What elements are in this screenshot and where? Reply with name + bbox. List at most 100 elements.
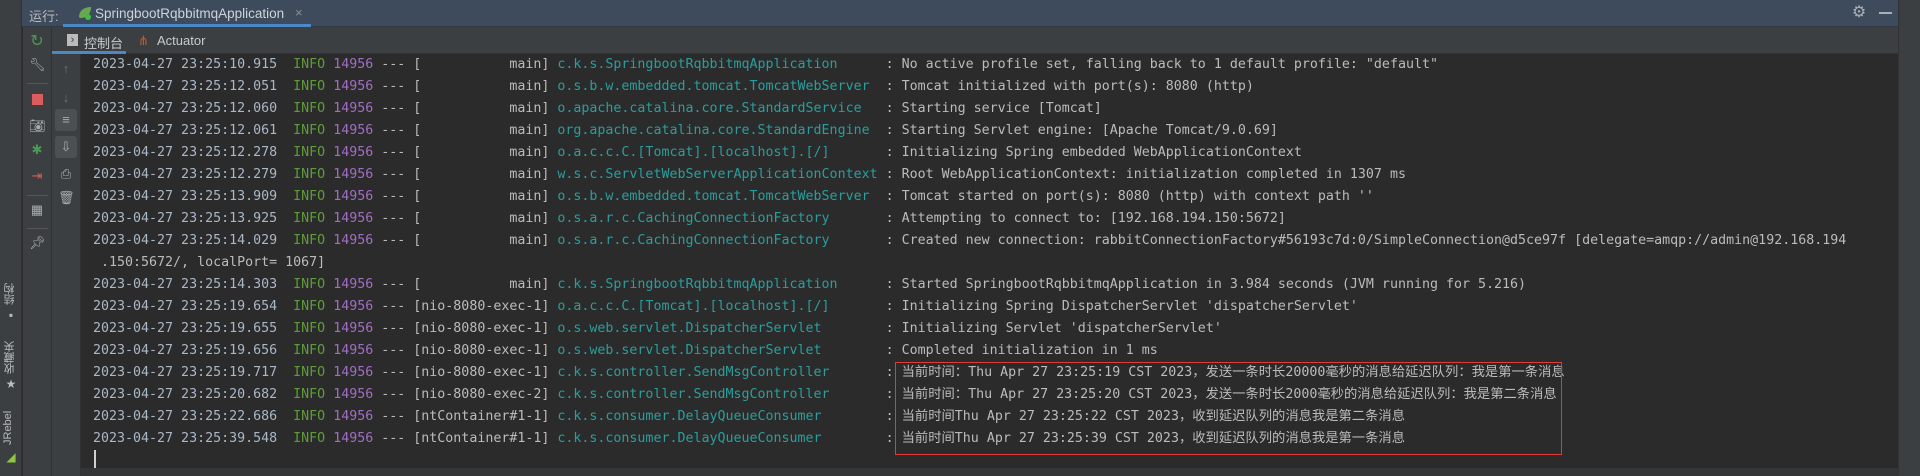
layout-icon[interactable]: ▦ — [29, 202, 45, 218]
up-arrow-icon[interactable]: ↑ — [58, 61, 74, 77]
stop-icon[interactable] — [29, 92, 45, 108]
log-timestamp: 2023-04-27 23:25:12.060 — [93, 101, 278, 116]
log-timestamp: 2023-04-27 23:25:22.686 — [93, 409, 278, 424]
tab-springboot-application[interactable]: SpringbootRqbbitmqApplication × — [63, 0, 311, 27]
colon: : — [877, 101, 902, 116]
rerun-icon[interactable]: ↻ — [29, 34, 45, 50]
colon: : — [877, 233, 902, 248]
colon: : — [877, 167, 902, 182]
log-timestamp: 2023-04-27 23:25:19.654 — [93, 299, 278, 314]
log-thread: nio-8080-exec-1 — [421, 321, 542, 336]
log-timestamp: 2023-04-27 23:25:19.717 — [93, 365, 278, 380]
bracket: [ — [405, 299, 422, 314]
bracket: ] — [541, 321, 558, 336]
tab-title: SpringbootRqbbitmqApplication — [95, 6, 285, 21]
bracket: ] — [541, 57, 558, 72]
log-timestamp: 2023-04-27 23:25:13.925 — [93, 211, 278, 226]
log-level: INFO — [293, 365, 326, 380]
pin-icon[interactable]: 📌︎ — [29, 235, 46, 251]
bracket: ] — [541, 211, 558, 226]
log-timestamp: 2023-04-27 23:25:19.655 — [93, 321, 278, 336]
log-thread: main — [509, 233, 542, 248]
colon: : — [877, 211, 902, 226]
console-toolbar: ↑ ↓ ≡ ⇩ ⎙ 🗑︎ — [52, 54, 81, 476]
log-logger: c.k.s.SpringbootRqbbitmqApplication — [557, 57, 838, 72]
log-message: Initializing Spring DispatcherServlet 'd… — [901, 299, 1358, 314]
log-message: Started SpringbootRqbbitmqApplication in… — [901, 277, 1527, 292]
bracket: ] — [541, 277, 558, 292]
bracket: [ — [405, 431, 422, 446]
log-separator: --- — [381, 431, 406, 446]
log-message: Tomcat started on port(s): 8080 (http) w… — [901, 189, 1374, 204]
colon: : — [877, 321, 902, 336]
log-line: 2023-04-27 23:25:12.061 INFO 14956 --- [… — [93, 120, 1846, 142]
favorites-tab[interactable]: 收藏夹 — [2, 340, 20, 376]
log-line: 2023-04-27 23:25:12.278 INFO 14956 --- [… — [93, 142, 1846, 164]
scroll-to-end-icon[interactable]: ⇩ — [55, 136, 77, 158]
log-pid: 14956 — [333, 431, 374, 446]
exit-icon[interactable]: ⇥ — [29, 168, 45, 184]
console-output[interactable]: 2023-04-27 23:25:10.915 INFO 14956 --- [… — [81, 54, 1898, 468]
log-separator: --- — [381, 365, 406, 380]
bracket: [ — [405, 387, 422, 402]
jrebel-tab[interactable]: JRebel — [2, 410, 20, 446]
bracket: ] — [541, 145, 558, 160]
log-line: 2023-04-27 23:25:12.060 INFO 14956 --- [… — [93, 98, 1846, 120]
log-level: INFO — [293, 387, 326, 402]
actuator-icon: ⋔ — [138, 33, 149, 48]
run-tool-window: 结构 ▪ 收藏夹 ★ JRebel ◢ 运行: SpringbootRqbbit… — [0, 0, 1920, 476]
log-pid: 14956 — [333, 189, 374, 204]
log-level: INFO — [293, 57, 326, 72]
structure-tab[interactable]: 结构 — [2, 282, 20, 306]
bracket: [ — [405, 343, 422, 358]
soft-wrap-icon[interactable]: ≡ — [55, 109, 77, 131]
horizontal-scrollbar[interactable] — [81, 468, 1898, 476]
debug-icon[interactable]: ✱ — [29, 142, 45, 158]
bracket: ] — [541, 365, 558, 380]
log-level: INFO — [293, 145, 326, 160]
log-logger: o.s.b.w.embedded.tomcat.TomcatWebServer — [557, 189, 870, 204]
bracket: ] — [541, 123, 558, 138]
log-line: 2023-04-27 23:25:14.303 INFO 14956 --- [… — [93, 274, 1846, 296]
tab-actuator[interactable]: ⋔ Actuator — [134, 27, 214, 54]
down-arrow-icon[interactable]: ↓ — [58, 90, 74, 106]
log-message: Starting Servlet engine: [Apache Tomcat/… — [901, 123, 1278, 138]
log-timestamp: 2023-04-27 23:25:39.548 — [93, 431, 278, 446]
print-icon[interactable]: ⎙ — [58, 166, 74, 182]
tab-console[interactable]: › 控制台 — [52, 27, 126, 54]
bracket: [ — [405, 277, 422, 292]
log-thread: nio-8080-exec-2 — [421, 387, 542, 402]
log-pid: 14956 — [333, 277, 374, 292]
log-level: INFO — [293, 123, 326, 138]
log-separator: --- — [381, 189, 406, 204]
run-toolbar: ↻ 🔧︎ 📷︎ ✱ ⇥ ▦ 📌︎ — [23, 27, 52, 476]
left-tool-stripe: 结构 ▪ 收藏夹 ★ JRebel ◢ — [0, 0, 22, 476]
log-level: INFO — [293, 167, 326, 182]
log-line: .150:5672/, localPort= 1067] — [93, 252, 1846, 274]
log-logger: o.a.c.c.C.[Tomcat].[localhost].[/] — [557, 299, 830, 314]
log-pid: 14956 — [333, 101, 374, 116]
camera-icon[interactable]: 📷︎ — [29, 118, 46, 134]
log-separator: --- — [381, 211, 406, 226]
minimize-icon[interactable] — [1879, 12, 1892, 14]
log-level: INFO — [293, 101, 326, 116]
close-tab-icon[interactable]: × — [295, 5, 303, 20]
bracket: ] — [541, 387, 558, 402]
trash-icon[interactable]: 🗑︎ — [58, 190, 75, 206]
log-line: 2023-04-27 23:25:19.656 INFO 14956 --- [… — [93, 340, 1846, 362]
log-timestamp: 2023-04-27 23:25:14.029 — [93, 233, 278, 248]
wrench-icon[interactable]: 🔧︎ — [29, 57, 46, 73]
structure-icon: ▪ — [8, 308, 14, 322]
colon: : — [877, 299, 902, 314]
log-pid: 14956 — [333, 57, 374, 72]
gear-icon[interactable]: ⚙ — [1850, 4, 1868, 22]
log-thread: nio-8080-exec-1 — [421, 365, 542, 380]
log-logger: w.s.c.ServletWebServerApplicationContext — [557, 167, 878, 182]
